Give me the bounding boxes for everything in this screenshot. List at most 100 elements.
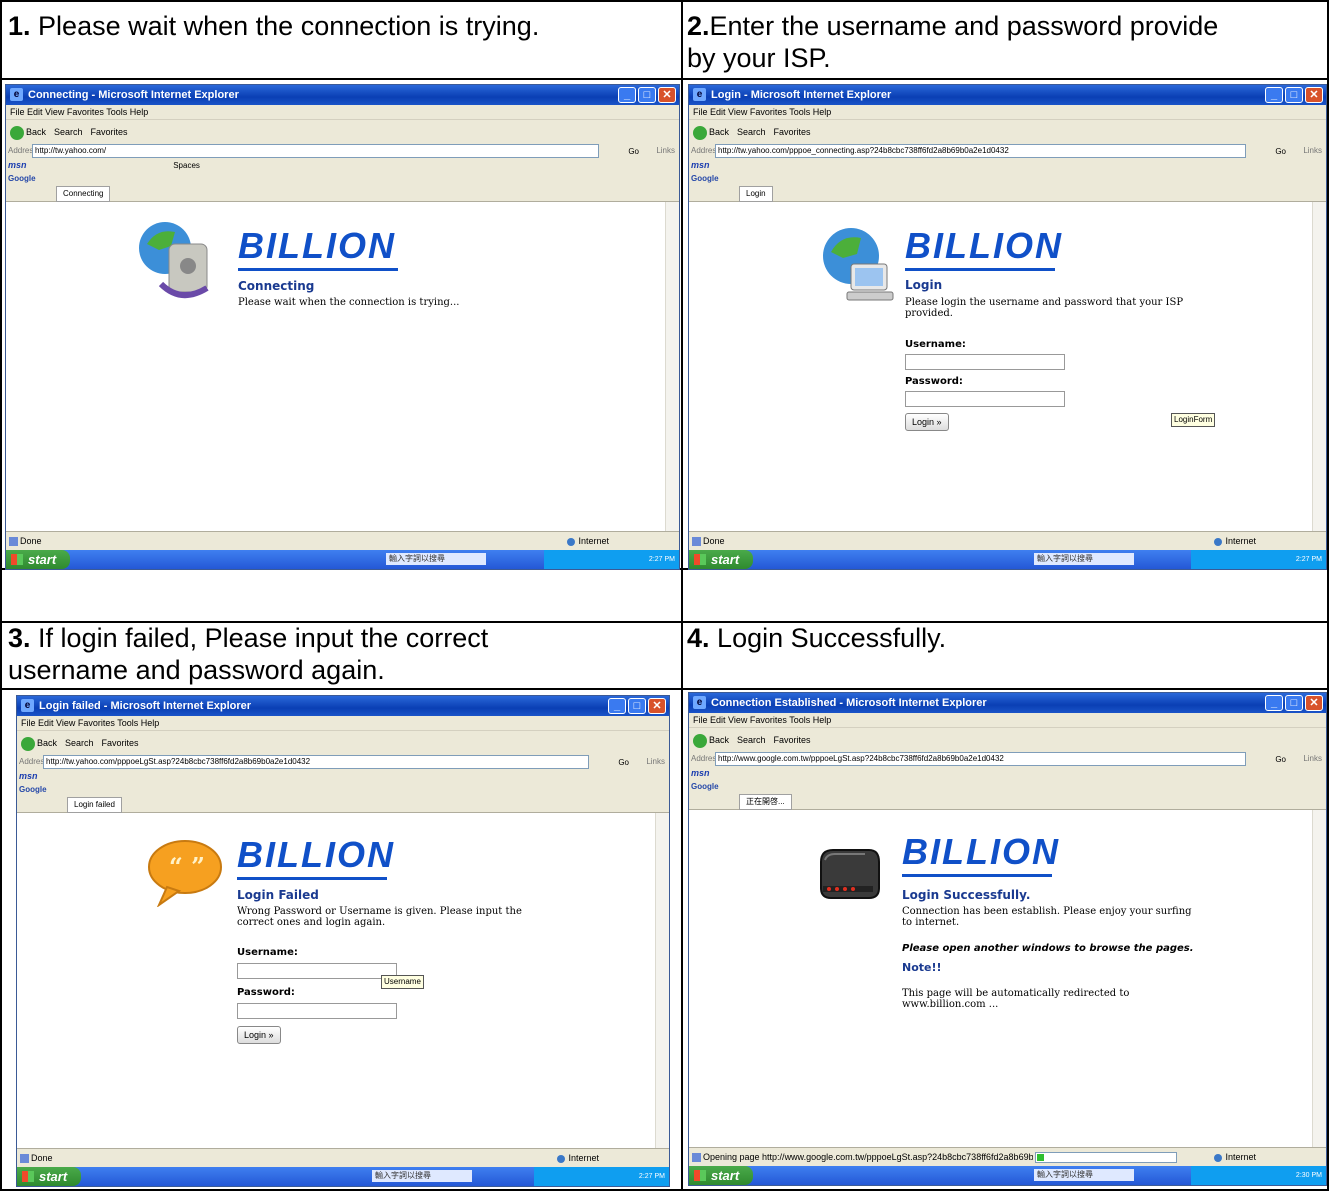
menu-bar[interactable]: File Edit View Favorites Tools Help xyxy=(6,105,679,119)
vertical-scrollbar[interactable] xyxy=(1312,810,1326,1148)
login-button[interactable]: Login » xyxy=(237,1026,281,1044)
window-title: Connecting - Microsoft Internet Explorer xyxy=(28,89,239,101)
vertical-scrollbar[interactable] xyxy=(665,202,679,532)
menu-bar[interactable]: File Edit View Favorites Tools Help xyxy=(689,105,1326,119)
search-button[interactable]: Search xyxy=(737,728,766,752)
links-label[interactable]: Links xyxy=(1303,143,1322,158)
window-title: Connection Established - Microsoft Inter… xyxy=(711,697,987,709)
back-arrow-icon xyxy=(693,733,707,748)
go-button[interactable]: Go xyxy=(628,144,639,159)
browser-tab[interactable]: Login xyxy=(739,186,773,202)
maximize-button[interactable]: □ xyxy=(638,87,656,103)
minimize-button[interactable]: _ xyxy=(608,698,626,714)
redirect-message-line2: www.billion.com ... xyxy=(902,999,999,1010)
vertical-scrollbar[interactable] xyxy=(655,813,669,1149)
password-field[interactable] xyxy=(905,391,1065,407)
favorites-button[interactable]: Favorites xyxy=(102,731,139,755)
back-button[interactable]: Back xyxy=(21,731,57,755)
taskbar: start 輸入字詞以搜尋 2:27 PM xyxy=(6,550,679,569)
taskbar-search-input[interactable]: 輸入字詞以搜尋 xyxy=(1034,553,1134,565)
browser-tab[interactable]: Connecting xyxy=(56,186,111,202)
address-input[interactable]: http://tw.yahoo.com/pppoe_connecting.asp… xyxy=(715,144,1246,158)
close-button[interactable]: ✕ xyxy=(648,698,666,714)
password-field[interactable] xyxy=(237,1003,397,1019)
favorites-button[interactable]: Favorites xyxy=(91,120,128,144)
start-button[interactable]: start xyxy=(689,550,753,569)
security-zone: Internet xyxy=(557,1149,599,1167)
screenshot-login: e Login - Microsoft Internet Explorer _ □ ✕… xyxy=(688,84,1327,570)
vertical-scrollbar[interactable] xyxy=(1312,202,1326,532)
window-titlebar: e Connecting - Microsoft Internet Explore… xyxy=(6,85,679,105)
start-button[interactable]: start xyxy=(17,1167,81,1186)
back-arrow-icon xyxy=(10,125,24,140)
browser-tab[interactable]: Login failed xyxy=(67,797,122,813)
address-bar: Address http://tw.yahoo.com/Go Links xyxy=(6,143,679,158)
step4-caption: 4. Login Successfully. xyxy=(687,622,1323,654)
links-label[interactable]: Links xyxy=(646,754,665,769)
billion-logo: BILLION xyxy=(237,834,395,875)
maximize-button[interactable]: □ xyxy=(1285,87,1303,103)
search-button[interactable]: Search xyxy=(737,120,766,144)
minimize-button[interactable]: _ xyxy=(618,87,636,103)
links-label[interactable]: Links xyxy=(656,143,675,158)
minimize-button[interactable]: _ xyxy=(1265,87,1283,103)
system-tray-clock: 2:30 PM xyxy=(1191,1166,1326,1185)
favorites-button[interactable]: Favorites xyxy=(774,120,811,144)
page-heading: Connecting xyxy=(238,279,315,293)
google-logo: Google xyxy=(691,174,719,183)
back-button[interactable]: Back xyxy=(10,120,46,144)
back-button[interactable]: Back xyxy=(693,728,729,752)
address-input[interactable]: http://tw.yahoo.com/pppoeLgSt.asp?24b8cb… xyxy=(43,755,589,769)
back-arrow-icon xyxy=(21,736,35,751)
close-button[interactable]: ✕ xyxy=(1305,87,1323,103)
menu-bar[interactable]: File Edit View Favorites Tools Help xyxy=(689,713,1326,727)
login-button[interactable]: Login » xyxy=(905,413,949,431)
maximize-button[interactable]: □ xyxy=(1285,695,1303,711)
menu-bar[interactable]: File Edit View Favorites Tools Help xyxy=(17,716,669,730)
address-label: Address xyxy=(691,146,721,155)
browser-tab[interactable]: 正在開啓... xyxy=(739,794,792,810)
go-button[interactable]: Go xyxy=(1275,752,1286,767)
google-logo: Google xyxy=(691,782,719,791)
security-zone: Internet xyxy=(567,532,609,550)
msn-logo: msn xyxy=(691,768,710,778)
step-text: by your ISP. xyxy=(687,43,831,73)
table-border-top xyxy=(0,0,1329,2)
taskbar-search-input[interactable]: 輸入字詞以搜尋 xyxy=(372,1170,472,1182)
go-button[interactable]: Go xyxy=(1275,144,1286,159)
favorites-button[interactable]: Favorites xyxy=(774,728,811,752)
status-bar: Done Internet xyxy=(689,531,1326,550)
minimize-button[interactable]: _ xyxy=(1265,695,1283,711)
spaces-button[interactable]: Spaces xyxy=(173,161,200,170)
address-input[interactable]: http://tw.yahoo.com/ xyxy=(32,144,599,158)
username-field[interactable] xyxy=(905,354,1065,370)
start-button[interactable]: start xyxy=(6,550,70,569)
search-button[interactable]: Search xyxy=(54,120,83,144)
username-field[interactable] xyxy=(237,963,397,979)
system-tray-clock: 2:27 PM xyxy=(544,550,679,569)
taskbar-search-input[interactable]: 輸入字詞以搜尋 xyxy=(386,553,486,565)
close-button[interactable]: ✕ xyxy=(658,87,676,103)
step-text: Please wait when the connection is tryin… xyxy=(38,11,540,41)
start-button[interactable]: start xyxy=(689,1166,753,1185)
links-label[interactable]: Links xyxy=(1303,751,1322,766)
billion-logo: BILLION xyxy=(238,225,396,266)
username-label: Username: xyxy=(237,947,298,958)
back-button[interactable]: Back xyxy=(693,120,729,144)
toolbar: Back Search Favorites xyxy=(689,119,1326,144)
window-titlebar: e Login - Microsoft Internet Explorer _ □ ✕ xyxy=(689,85,1326,105)
close-button[interactable]: ✕ xyxy=(1305,695,1323,711)
maximize-button[interactable]: □ xyxy=(628,698,646,714)
billion-logo: BILLION xyxy=(902,831,1060,872)
page-message-line2: correct ones and login again. xyxy=(237,917,386,928)
window-titlebar: e Connection Established - Microsoft Inte… xyxy=(689,693,1326,713)
address-input[interactable]: http://www.google.com.tw/pppoeLgSt.asp?2… xyxy=(715,752,1246,766)
search-button[interactable]: Search xyxy=(65,731,94,755)
globe-computer-icon xyxy=(823,228,894,301)
screenshot-login-failed: e Login failed - Microsoft Internet Explo… xyxy=(16,695,670,1187)
step-text: Login Successfully. xyxy=(717,623,947,653)
toolbar: Back Search Favorites xyxy=(689,727,1326,752)
taskbar-search-input[interactable]: 輸入字詞以搜尋 xyxy=(1034,1169,1134,1181)
go-button[interactable]: Go xyxy=(618,755,629,770)
step-number: 4. xyxy=(687,623,710,653)
